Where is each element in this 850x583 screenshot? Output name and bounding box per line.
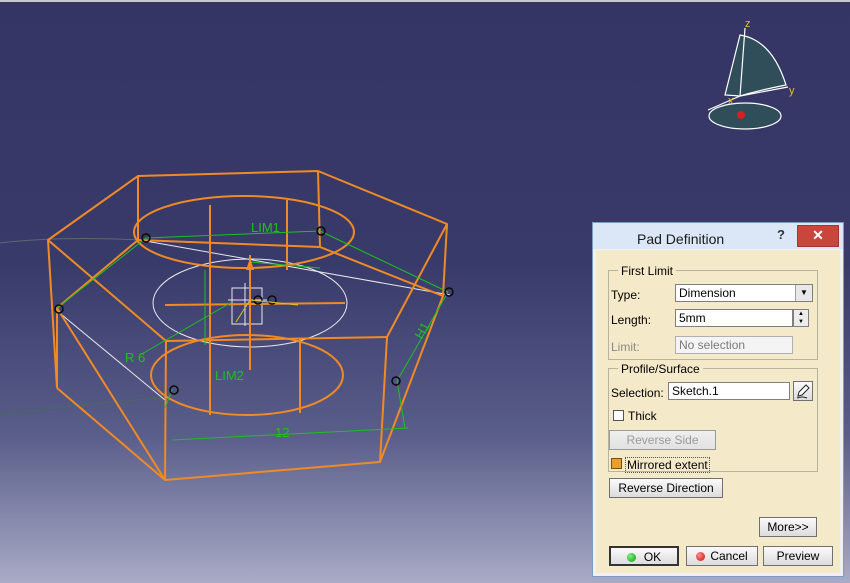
length-spinner[interactable]: ▲ ▼ (793, 309, 809, 327)
construction-arc-bottom (0, 397, 166, 416)
hex-prism-edges (47, 170, 448, 481)
compass-y-label: y (789, 85, 795, 97)
dimension-labels: LIM1 LIM2 R 6 H1 12 (125, 220, 433, 440)
type-value: Dimension (679, 286, 736, 300)
spin-down-icon[interactable]: ▼ (794, 318, 808, 326)
edit-sketch-button[interactable] (793, 381, 813, 401)
compass-widget[interactable]: z y x (707, 18, 795, 130)
lim2-label[interactable]: LIM2 (215, 368, 244, 383)
reverse-direction-button[interactable]: Reverse Direction (609, 478, 723, 498)
spin-up-icon[interactable]: ▲ (794, 310, 808, 318)
pencil-icon (796, 384, 810, 399)
mirrored-extent-label[interactable]: Mirrored extent (625, 457, 710, 473)
chevron-down-icon[interactable]: ▼ (795, 285, 812, 301)
ok-button[interactable]: OK (609, 546, 679, 566)
selection-input[interactable]: Sketch.1 (668, 382, 790, 400)
cancel-button[interactable]: Cancel (686, 546, 758, 566)
first-limit-legend: First Limit (618, 264, 676, 278)
dialog-title: Pad Definition (637, 231, 725, 247)
cancel-label: Cancel (710, 549, 748, 563)
close-button[interactable]: ✕ (797, 225, 839, 247)
reverse-side-button: Reverse Side (609, 430, 716, 450)
selection-value: Sketch.1 (672, 384, 719, 398)
radius-label[interactable]: R 6 (125, 350, 145, 365)
type-label: Type: (611, 288, 641, 302)
length-label: Length: (611, 313, 652, 327)
lim1-label[interactable]: LIM1 (251, 220, 280, 235)
bottom-dimension-label[interactable]: 12 (275, 425, 289, 440)
compass-x-label: x (728, 95, 734, 107)
limit-input: No selection (675, 336, 793, 354)
limit-label: Limit: (611, 340, 640, 354)
length-value: 5mm (679, 311, 706, 325)
more-button[interactable]: More>> (759, 517, 817, 537)
constraint-points (54, 226, 454, 395)
thick-label[interactable]: Thick (628, 409, 657, 423)
dialog-titlebar[interactable]: Pad Definition ? ✕ (593, 223, 843, 249)
profile-surface-legend: Profile/Surface (618, 362, 703, 376)
side-dimension-label[interactable]: H1 (411, 319, 432, 341)
selection-label: Selection: (611, 386, 664, 400)
construction-arc-top (0, 238, 141, 244)
length-input[interactable]: 5mm (675, 309, 793, 327)
ok-icon (626, 553, 636, 562)
white-sketch-lines (55, 239, 451, 401)
type-dropdown[interactable]: Dimension ▼ (675, 284, 813, 302)
help-button[interactable]: ? (777, 227, 785, 242)
thick-checkbox[interactable] (613, 410, 624, 421)
dialog-body: First Limit Type: Dimension ▼ Length: 5m… (596, 250, 840, 573)
pad-definition-dialog: Pad Definition ? ✕ First Limit Type: Dim… (592, 222, 844, 577)
limit-value: No selection (679, 338, 746, 352)
preview-button[interactable]: Preview (763, 546, 833, 566)
compass-z-label: z (745, 18, 751, 30)
ok-label: OK (643, 550, 662, 564)
cancel-icon (696, 552, 706, 561)
mirrored-extent-checkbox[interactable] (611, 458, 622, 469)
